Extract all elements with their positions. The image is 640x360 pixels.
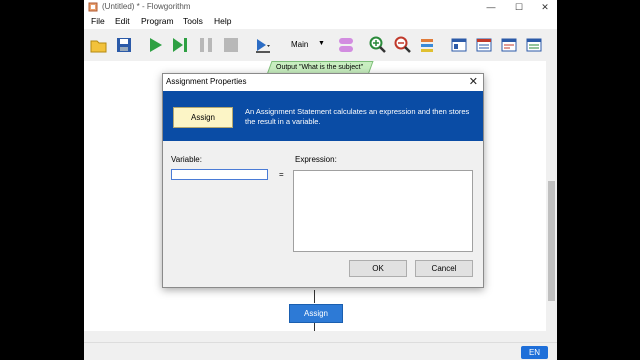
equals-sign: = <box>279 170 284 179</box>
function-select[interactable]: Main <box>291 40 308 49</box>
variable-label: Variable: <box>171 155 202 164</box>
zoom-out-icon[interactable] <box>394 36 412 54</box>
run-icon[interactable] <box>146 36 164 54</box>
stop-icon[interactable] <box>222 36 240 54</box>
variables-icon[interactable] <box>337 36 355 54</box>
menu-program[interactable]: Program <box>141 16 174 26</box>
panel-b-icon[interactable] <box>475 36 493 54</box>
maximize-button[interactable]: ☐ <box>505 0 533 14</box>
ok-button[interactable]: OK <box>349 260 407 277</box>
layout-icon[interactable] <box>419 36 437 54</box>
horizontal-scrollbar[interactable] <box>84 331 546 342</box>
assignment-properties-dialog: Assignment Properties ✕ Assign An Assign… <box>162 73 484 288</box>
dialog-title-bar: Assignment Properties ✕ <box>163 74 483 91</box>
dialog-close-button[interactable]: ✕ <box>469 75 478 88</box>
flowgorithm-app-icon <box>88 2 98 12</box>
expression-label: Expression: <box>295 155 337 164</box>
step-icon[interactable] <box>171 36 189 54</box>
status-bar <box>84 342 557 360</box>
dialog-title: Assignment Properties <box>166 77 247 86</box>
panel-c-icon[interactable] <box>500 36 518 54</box>
cancel-button[interactable]: Cancel <box>415 260 473 277</box>
expression-textarea[interactable] <box>293 170 473 252</box>
panel-a-icon[interactable] <box>450 36 468 54</box>
toolbar: Main ▼ <box>84 29 557 61</box>
assign-shape-preview: Assign <box>173 107 233 128</box>
vertical-scrollbar[interactable] <box>546 61 557 331</box>
save-icon[interactable] <box>115 36 133 54</box>
close-window-button[interactable]: ✕ <box>531 0 557 14</box>
menu-help[interactable]: Help <box>214 16 231 26</box>
title-bar: (Untitled) * - Flowgorithm — ☐ ✕ <box>84 0 557 14</box>
zoom-in-icon[interactable] <box>369 36 387 54</box>
flow-arrow <box>314 290 315 303</box>
window-title: (Untitled) * - Flowgorithm <box>102 2 191 11</box>
menu-bar: File Edit Program Tools Help <box>84 14 557 29</box>
menu-tools[interactable]: Tools <box>183 16 203 26</box>
language-badge[interactable]: EN <box>521 346 548 359</box>
pause-icon[interactable] <box>197 36 215 54</box>
flow-line <box>314 322 315 331</box>
menu-file[interactable]: File <box>91 16 105 26</box>
dialog-banner: Assign An Assignment Statement calculate… <box>163 91 483 141</box>
panel-d-icon[interactable] <box>525 36 543 54</box>
chevron-down-icon[interactable]: ▼ <box>318 40 325 47</box>
assign-shape[interactable]: Assign <box>289 304 343 323</box>
banner-description: An Assignment Statement calculates an ex… <box>245 107 470 126</box>
run-speed-icon[interactable] <box>254 36 272 54</box>
scrollbar-thumb[interactable] <box>548 181 555 301</box>
minimize-button[interactable]: — <box>477 0 505 14</box>
menu-edit[interactable]: Edit <box>115 16 130 26</box>
variable-input[interactable] <box>171 169 268 180</box>
open-icon[interactable] <box>90 36 108 54</box>
